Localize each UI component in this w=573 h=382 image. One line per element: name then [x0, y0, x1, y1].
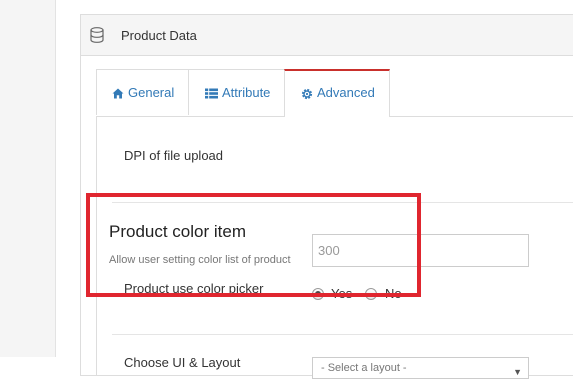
th-list-icon — [205, 88, 218, 99]
tab-advanced[interactable]: Advanced — [284, 69, 390, 117]
panel-title: Product Data — [121, 28, 197, 43]
database-icon — [90, 27, 104, 43]
tab-general[interactable]: General — [96, 69, 189, 115]
home-icon — [112, 88, 124, 99]
layout-label: Choose UI & Layout — [124, 355, 241, 370]
layout-select[interactable]: - Select a layout - ▼ — [312, 357, 529, 379]
tab-general-label: General — [128, 85, 175, 100]
chevron-down-icon: ▼ — [513, 367, 522, 377]
dpi-label: DPI of file upload — [124, 148, 224, 163]
tab-advanced-label: Advanced — [317, 85, 375, 100]
panel-heading: Product Data — [81, 15, 573, 56]
section-divider-2 — [112, 334, 573, 335]
gear-icon — [301, 88, 313, 99]
highlight-annotation — [86, 193, 421, 297]
left-gutter — [0, 0, 56, 357]
tab-bar: General Attribute Advanced — [96, 69, 573, 117]
tab-attribute-label: Attribute — [222, 85, 271, 100]
layout-select-value: - Select a layout - — [321, 362, 407, 374]
tab-attribute[interactable]: Attribute — [188, 69, 286, 115]
